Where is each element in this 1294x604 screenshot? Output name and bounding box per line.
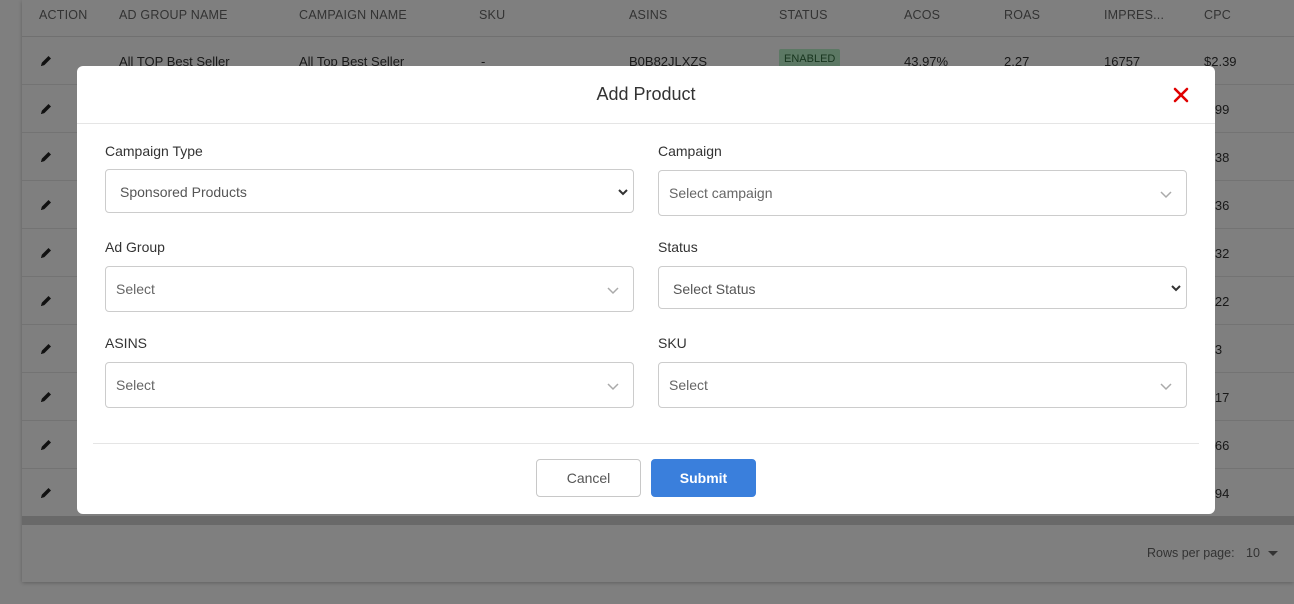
submit-button[interactable]: Submit: [651, 459, 756, 497]
add-product-modal: Add Product Campaign Type Sponsored Prod…: [77, 66, 1215, 514]
campaign-select[interactable]: Select campaign: [658, 170, 1187, 216]
sku-select[interactable]: Select: [658, 362, 1187, 408]
campaign-placeholder: Select campaign: [669, 185, 773, 201]
chevron-down-icon: [618, 189, 628, 196]
chevron-down-icon: [607, 287, 619, 295]
ad-group-select[interactable]: Select: [105, 266, 634, 312]
status-select[interactable]: Select Status: [658, 266, 1187, 309]
campaign-type-select[interactable]: Sponsored Products: [105, 169, 634, 213]
sku-placeholder: Select: [669, 377, 708, 393]
chevron-down-icon: [1160, 191, 1172, 199]
ad-group-placeholder: Select: [116, 281, 155, 297]
campaign-type-label: Campaign Type: [105, 143, 203, 159]
campaign-type-value: Sponsored Products: [120, 184, 247, 200]
modal-title: Add Product: [596, 84, 696, 104]
modal-footer-divider: [93, 443, 1199, 444]
ad-group-label: Ad Group: [105, 239, 165, 255]
status-label: Status: [658, 239, 698, 255]
close-icon[interactable]: [1171, 85, 1191, 105]
modal-header: Add Product: [77, 66, 1215, 124]
chevron-down-icon: [607, 383, 619, 391]
sku-label: SKU: [658, 335, 687, 351]
chevron-down-icon: [1160, 383, 1172, 391]
cancel-button[interactable]: Cancel: [536, 459, 641, 497]
asins-select[interactable]: Select: [105, 362, 634, 408]
asins-label: ASINS: [105, 335, 148, 351]
campaign-label: Campaign: [658, 143, 722, 159]
chevron-down-icon: [1171, 285, 1181, 292]
asins-placeholder: Select: [116, 377, 155, 393]
status-value: Select Status: [673, 281, 756, 297]
